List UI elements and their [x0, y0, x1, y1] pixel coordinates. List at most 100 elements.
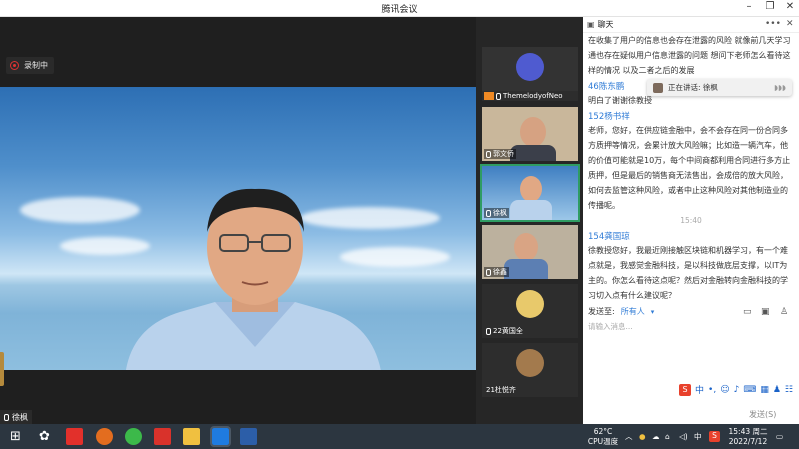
mic-icon: [486, 327, 491, 335]
participant-name: 郭文侨: [493, 150, 514, 158]
participant-name: 21杜悦齐: [486, 386, 516, 394]
chat-header: ▣ 聊天 ••• ✕: [583, 17, 799, 33]
sogou-icon[interactable]: S: [709, 431, 720, 442]
send-to-label: 发送至:: [588, 307, 615, 316]
host-icon: [484, 92, 494, 100]
recording-label: 录制中: [24, 61, 48, 70]
emoji-icon[interactable]: ☺: [720, 385, 729, 395]
side-panel-handle[interactable]: [0, 352, 4, 386]
chat-message-text: 老师，您好，在供应链金融中，会不会存在同一份合同多: [588, 126, 788, 135]
send-to-select[interactable]: 所有人: [621, 306, 645, 317]
avatar: [516, 349, 544, 377]
wps-icon[interactable]: [154, 428, 171, 445]
word-icon[interactable]: [240, 428, 257, 445]
mic-icon: [486, 209, 491, 217]
punctuation-icon[interactable]: •,: [708, 385, 716, 395]
avatar: [516, 290, 544, 318]
firefox-icon[interactable]: [96, 428, 113, 445]
keyboard-icon[interactable]: ⌨: [743, 385, 756, 395]
participant-tile[interactable]: 21杜悦齐: [482, 343, 578, 397]
menu-icon[interactable]: ☷: [785, 385, 793, 395]
chevron-up-icon[interactable]: ︿: [625, 432, 633, 441]
mic-icon: [496, 92, 501, 100]
chat-message-text: 徐教授您好，我最近刚接触区块链和机器学习，有一个难: [588, 246, 788, 255]
participant-name: 徐鑫: [493, 268, 507, 276]
participant-tile[interactable]: 徐枫: [480, 164, 580, 222]
speaking-banner: 正在讲话: 徐枫 ◗◗◗: [647, 79, 792, 96]
more-icon[interactable]: •••: [765, 19, 781, 29]
speaker-name: 徐枫: [12, 412, 28, 422]
chat-message-text: 传播呢。: [588, 201, 620, 210]
chat-message-text: 方质押等情况，会累计放大风险嘛；比如造一辆汽车，他: [588, 141, 788, 150]
mic-icon: [486, 268, 491, 276]
voice-icon[interactable]: ♪: [734, 385, 740, 395]
image-icon[interactable]: ▣: [761, 307, 770, 317]
ime-toolbar: S 中 •, ☺ ♪ ⌨ ▦ ♟ ☷: [679, 383, 793, 396]
window-title: 腾讯会议: [381, 5, 418, 15]
skin-icon[interactable]: ♟: [773, 385, 781, 395]
tray-app-icon[interactable]: ●: [639, 432, 646, 441]
speaking-label: 正在讲话: 徐枫: [668, 83, 718, 92]
chat-message-text: 习切入点有什么建议呢？: [588, 291, 676, 300]
chat-message-text: 如何去监管这种风险，或者中止这种风险对其他制造业的: [588, 186, 788, 195]
chat-message-text: 质押，但是最后的销售商无法售出，会成倍的放大风险，: [588, 171, 788, 180]
chat-timestamp: 15:40: [680, 216, 702, 225]
voice-wave-icon: ◗◗◗: [774, 83, 786, 92]
cloud-icon[interactable]: ☁: [652, 432, 660, 441]
network-icon[interactable]: ⌂: [665, 432, 670, 441]
toolbox-icon[interactable]: ▦: [760, 385, 769, 395]
main-video-area: 录制中 徐枫: [0, 17, 476, 424]
avatar: [653, 82, 663, 93]
chat-icon: ▣: [587, 20, 595, 29]
clock-time[interactable]: 15:43 周二: [728, 427, 768, 436]
minimize-icon[interactable]: –: [742, 1, 756, 12]
mic-icon: [4, 413, 9, 421]
start-icon[interactable]: ⊞: [7, 428, 24, 445]
recording-indicator[interactable]: 录制中: [6, 57, 54, 74]
avatar: [516, 53, 544, 81]
cpu-temperature: 62°C: [593, 427, 613, 436]
ime-mode[interactable]: 中: [694, 432, 702, 441]
participant-tile[interactable]: 徐鑫: [482, 225, 578, 279]
chat-message-text: 的价值可能就是10万，每个中间商都利用合同进行多方止: [588, 156, 791, 165]
participant-name: ThemelodyofNeo: [503, 92, 563, 100]
file-icon[interactable]: ▭: [743, 307, 752, 317]
chat-message-text: 在收集了用户的信息也会存在泄露的风险 就像前几天学习: [588, 36, 791, 45]
app-icon[interactable]: [66, 428, 83, 445]
clock-date[interactable]: 2022/7/12: [728, 437, 768, 446]
chat-sender[interactable]: 152杨书祥: [588, 110, 630, 122]
chat-input[interactable]: 请输入消息...: [588, 321, 633, 332]
folder-icon[interactable]: [183, 428, 200, 445]
title-bar: 腾讯会议 – ❐ ✕: [0, 0, 799, 17]
participant-name: 22黄国全: [493, 327, 523, 335]
wechat-icon[interactable]: [125, 428, 142, 445]
speaker-figure: [126, 188, 381, 370]
participant-tile[interactable]: ThemelodyofNeo: [482, 47, 578, 101]
send-button[interactable]: 发送(S): [749, 409, 776, 420]
chat-sender[interactable]: 46陈东鹏: [588, 80, 624, 92]
chat-message-text: 主的。你怎么看待这点呢？然后对金融转向金融科技的学: [588, 276, 788, 285]
participant-tile[interactable]: 22黄国全: [482, 284, 578, 338]
close-chat-icon[interactable]: ✕: [786, 19, 794, 29]
participant-list: ThemelodyofNeo 郭文侨 徐枫 徐鑫 22黄国全 21杜悦齐: [476, 17, 583, 424]
sogou-icon[interactable]: S: [679, 383, 691, 396]
notification-icon[interactable]: ▭: [776, 432, 783, 441]
user-icon[interactable]: ♙: [780, 307, 788, 317]
restore-icon[interactable]: ❐: [763, 1, 777, 12]
taskbar: ⊞ ✿ 62°C CPU温度 ︿ ● ☁ ⌂ ◁) 中 S 15:43 周二 2…: [0, 424, 799, 449]
chat-message-text: 点就是，我感觉金融科技，是以科技做底层支撑，以IT为: [588, 261, 788, 270]
participant-tile[interactable]: 郭文侨: [482, 107, 578, 161]
participant-name: 徐枫: [493, 209, 507, 217]
cpu-temp-label: CPU温度: [587, 437, 619, 446]
close-icon[interactable]: ✕: [783, 1, 797, 12]
speaker-name-tag: 徐枫: [0, 410, 32, 424]
chat-sender[interactable]: 154龚国琼: [588, 230, 630, 242]
widget-icon[interactable]: ✿: [36, 428, 53, 445]
chevron-down-icon[interactable]: ▾: [651, 308, 655, 316]
volume-icon[interactable]: ◁): [679, 432, 688, 441]
ime-mode[interactable]: 中: [695, 383, 704, 396]
mic-icon: [486, 150, 491, 158]
chat-message-text: 样的情况 以及二者之后的发展: [588, 66, 695, 75]
tencent-meeting-icon[interactable]: [210, 426, 231, 447]
record-icon: [10, 61, 19, 70]
